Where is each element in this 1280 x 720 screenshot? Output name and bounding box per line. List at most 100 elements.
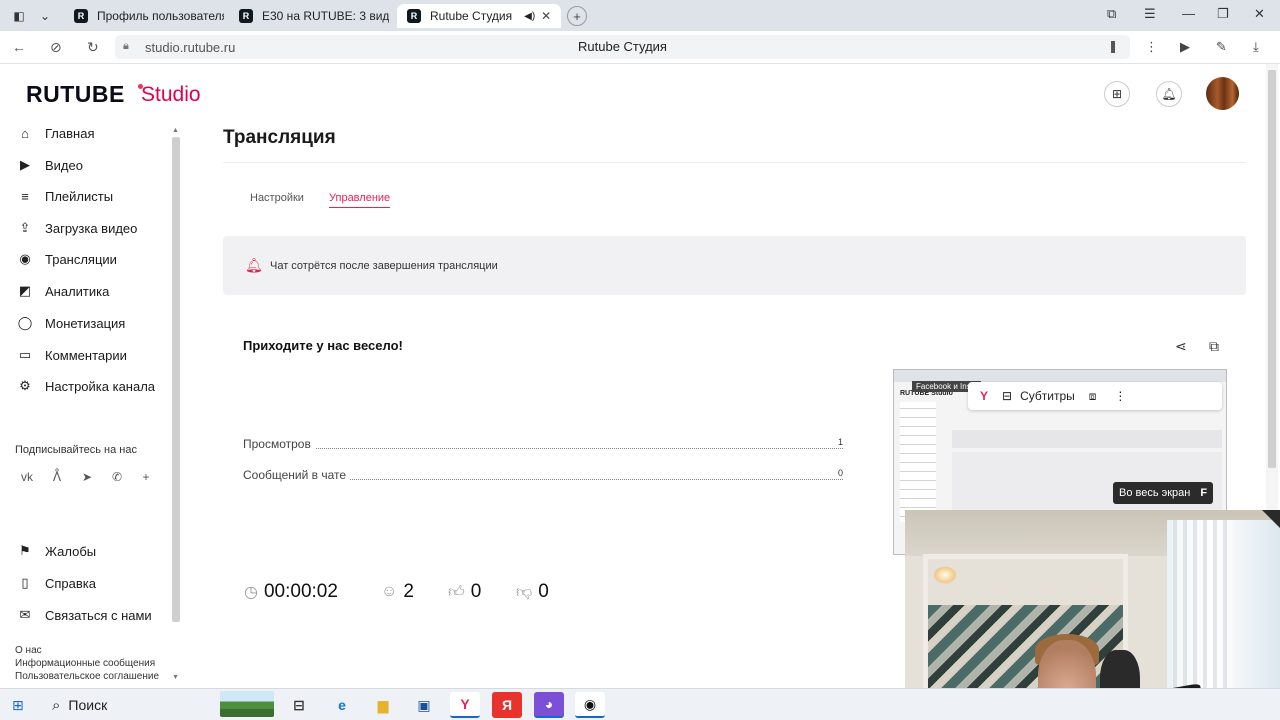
viewer-icon: ☺ <box>381 583 398 600</box>
footer-link-info[interactable]: Информационные сообщения <box>15 658 155 669</box>
media-play-icon[interactable]: ▶ <box>1180 39 1190 55</box>
app-gamepad-icon[interactable]: ◕ <box>534 692 564 718</box>
tab-title: Rutube Студия <box>430 9 513 23</box>
sidebar-item-complaints[interactable]: ⚑ Жалобы <box>17 540 96 562</box>
rutube-logo[interactable]: RUTUBE <box>26 81 125 108</box>
new-tab-button[interactable]: + <box>567 6 587 26</box>
more-vertical-icon[interactable]: ⋮ <box>1145 39 1158 55</box>
open-external-icon[interactable]: ⧉ <box>1209 338 1219 355</box>
sidebar-item-label: Комментарии <box>45 347 127 363</box>
yandex-icon[interactable]: Я <box>492 692 522 718</box>
browser-tabbar: ◧ ⌄ R Профиль пользователя Г R Е30 на RU… <box>0 0 1280 31</box>
metric-dislikes: 👎︎ 0 <box>516 581 549 603</box>
sidebar-item-label: Монетизация <box>45 315 126 331</box>
collections-icon[interactable]: ⧉ <box>1107 6 1116 22</box>
cam-lamp <box>933 566 957 584</box>
restore-icon[interactable]: ❐ <box>1217 6 1229 22</box>
divider <box>223 162 1246 163</box>
sidebar-item-video[interactable]: ▶ Видео <box>17 154 83 176</box>
address-toolbar: ← ⊘ ↻ 🔒︎ studio.rutube.ru Rutube Студия … <box>0 31 1280 64</box>
browser-menu-icon[interactable]: ☰ <box>1144 6 1156 22</box>
likes-value: 0 <box>470 581 482 602</box>
pip-more-icon[interactable]: ⋮ <box>1114 389 1126 403</box>
browser-tab-e30[interactable]: R Е30 на RUTUBE: 3 видео – <box>229 4 389 28</box>
rutube-favicon-icon: R <box>407 9 421 23</box>
sidebar-item-help[interactable]: ▯ Справка <box>17 572 96 594</box>
audio-playing-icon[interactable]: ◀) <box>524 11 535 22</box>
obs-recorder-icon[interactable]: ◉ <box>575 692 605 718</box>
share-icon[interactable]: ⋖ <box>1175 338 1187 355</box>
yandex-protect-icon[interactable]: ⊘ <box>50 39 62 56</box>
sidebar-scrollbar[interactable] <box>172 137 180 622</box>
pip-mini-sidebar <box>900 402 936 522</box>
fullscreen-label: Во весь экран <box>1119 487 1191 499</box>
dislikes-value: 0 <box>538 581 549 602</box>
tab-settings[interactable]: Настройки <box>250 192 304 204</box>
search-highlight-image[interactable] <box>220 691 274 717</box>
flag-icon: ⚑ <box>19 543 31 558</box>
close-window-icon[interactable]: ✕ <box>1254 6 1265 22</box>
dotted-leader <box>243 448 843 449</box>
alarm-bell-icon: 🔔︎ <box>245 257 263 273</box>
studio-logo-text[interactable]: Studio <box>141 83 201 107</box>
fullscreen-tooltip[interactable]: Во весь экран F <box>1113 482 1214 504</box>
tab-title: Е30 на RUTUBE: 3 видео – <box>262 9 389 23</box>
stat-views: Просмотров 1 <box>243 437 843 453</box>
tabs-menu-chevron-icon[interactable]: ⌄ <box>34 6 56 26</box>
footer-link-about[interactable]: О нас <box>15 645 42 656</box>
telegram-icon[interactable]: ➤ <box>80 470 94 484</box>
back-arrow-icon[interactable]: ← <box>12 39 26 55</box>
sidebar-item-home[interactable]: ⌂ Главная <box>17 122 94 144</box>
scroll-up-arrow-icon[interactable]: ▲ <box>172 127 179 134</box>
sidebar-item-comments[interactable]: ▭ Комментарии <box>17 344 127 366</box>
viber-icon[interactable]: ✆ <box>110 470 124 484</box>
sidebar-item-contact[interactable]: ✉ Связаться с нами <box>17 604 152 626</box>
user-avatar[interactable] <box>1206 77 1239 110</box>
browser-tab-profile[interactable]: R Профиль пользователя Г <box>64 4 224 28</box>
address-bar[interactable]: 🔒︎ studio.rutube.ru Rutube Студия ❚ <box>115 35 1130 59</box>
reload-icon[interactable]: ↻ <box>87 39 99 56</box>
page-scrollbar[interactable] <box>1268 70 1276 468</box>
sidebar-item-label: Плейлисты <box>45 188 114 204</box>
sidebar-toggle-icon[interactable]: ◧ <box>8 6 30 26</box>
file-explorer-icon[interactable]: ▆ <box>368 692 398 718</box>
tab-management[interactable]: Управление <box>329 192 391 208</box>
bookmark-icon[interactable]: ❚ <box>1108 39 1118 53</box>
vk-icon[interactable]: vk <box>20 470 34 484</box>
help-icon: ▯ <box>21 575 29 590</box>
edge-browser-icon[interactable]: e <box>327 692 357 718</box>
extensions-icon[interactable]: ✎ <box>1216 39 1227 55</box>
stat-chat-messages: Сообщений в чате 0 <box>243 468 843 484</box>
close-tab-icon[interactable]: ✕ <box>541 9 551 23</box>
duration-value: 00:00:02 <box>263 581 338 602</box>
store-icon[interactable]: ▣ <box>409 692 439 718</box>
yandex-browser-icon[interactable]: Y <box>450 692 480 718</box>
task-view-icon[interactable]: ⊟ <box>284 692 314 718</box>
home-icon: ⌂ <box>21 125 29 141</box>
browser-tab-studio[interactable]: R Rutube Студия ◀) ✕ <box>397 4 561 28</box>
sidebar-item-monetization[interactable]: ◯ Монетизация <box>17 312 126 334</box>
settings-icon: ⚙ <box>19 378 31 393</box>
video-icon: ▶ <box>20 157 30 172</box>
stat-value: 1 <box>833 437 843 447</box>
page-title-in-bar: Rutube Студия <box>578 39 667 54</box>
sidebar-item-broadcasts[interactable]: ◉ Трансляции <box>17 248 117 270</box>
footer-link-agreement[interactable]: Пользовательское соглашение <box>15 671 159 682</box>
subtitles-button[interactable]: Субтитры <box>1020 389 1075 403</box>
pip-mode-icon[interactable]: ⧈ <box>1089 389 1097 404</box>
add-content-button[interactable]: ⊞ <box>1104 81 1130 107</box>
subtitles-icon[interactable]: ⊟ <box>1002 389 1012 403</box>
downloads-icon[interactable]: ⤓ <box>1253 39 1259 55</box>
windows-start-icon[interactable]: ⊞ <box>12 697 24 714</box>
sidebar-item-analytics[interactable]: ◩ Аналитика <box>17 280 110 302</box>
odnoklassniki-icon[interactable]: ᐰ <box>50 470 64 484</box>
sidebar-item-playlists[interactable]: ≡ Плейлисты <box>17 185 113 207</box>
sidebar-item-upload[interactable]: ⇪ Загрузка видео <box>17 217 138 239</box>
minimize-icon[interactable]: — <box>1182 6 1195 21</box>
more-socials-icon[interactable]: + <box>139 470 153 484</box>
sidebar-item-channel-settings[interactable]: ⚙ Настройка канала <box>17 375 155 397</box>
yandex-y-icon[interactable]: Y <box>980 389 988 403</box>
scroll-down-arrow-icon[interactable]: ▼ <box>172 674 179 681</box>
notifications-bell-icon[interactable]: 🔔︎ <box>1156 81 1182 107</box>
contact-icon: ✉ <box>19 607 31 622</box>
